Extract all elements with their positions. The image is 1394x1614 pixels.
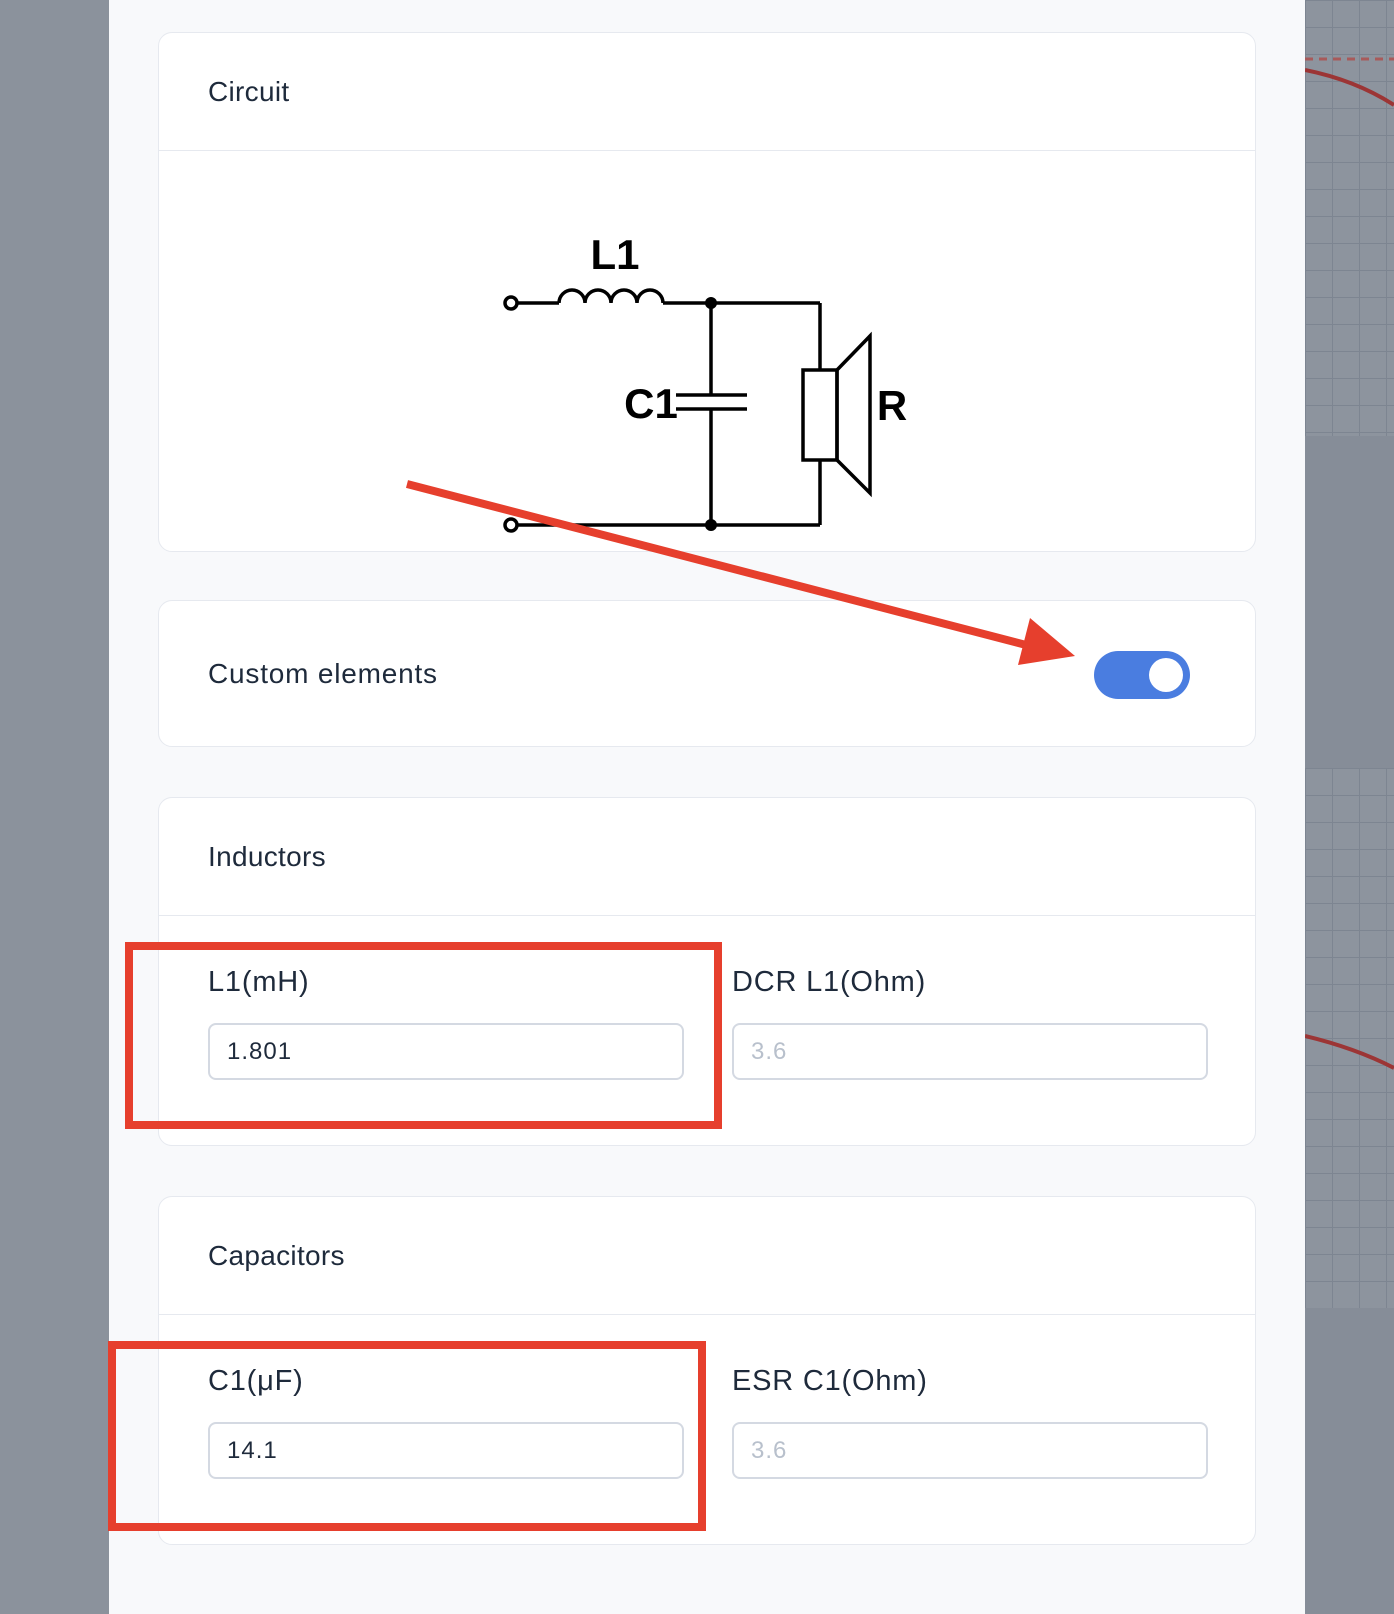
c1-field: C1(μF) bbox=[208, 1364, 684, 1479]
modal-panel: Circuit L1 C1 R Custom elements Inductor… bbox=[109, 0, 1305, 1614]
background-chart-curves bbox=[1305, 57, 1394, 1070]
l1-label: L1(mH) bbox=[208, 966, 310, 998]
custom-elements-toggle[interactable] bbox=[1094, 651, 1190, 699]
junction-bottom bbox=[705, 519, 717, 531]
inductor-label: L1 bbox=[590, 231, 639, 278]
toggle-knob bbox=[1149, 658, 1183, 692]
esr-c1-label: ESR C1(Ohm) bbox=[732, 1365, 928, 1397]
inductors-card: Inductors L1(mH) DCR L1(Ohm) bbox=[158, 797, 1256, 1146]
inductors-card-header: Inductors bbox=[159, 798, 1255, 916]
l1-input[interactable] bbox=[208, 1023, 684, 1080]
c1-label: C1(μF) bbox=[208, 1365, 304, 1397]
esr-c1-input[interactable] bbox=[732, 1422, 1208, 1479]
capacitors-title: Capacitors bbox=[208, 1239, 345, 1271]
inductors-title: Inductors bbox=[208, 840, 326, 872]
speaker-cone bbox=[835, 331, 872, 498]
speaker-body bbox=[801, 368, 839, 462]
junction-top bbox=[705, 297, 717, 309]
capacitors-card: Capacitors C1(μF) ESR C1(Ohm) bbox=[158, 1196, 1256, 1545]
custom-elements-label: Custom elements bbox=[208, 657, 438, 689]
inductor-symbol bbox=[557, 288, 665, 304]
terminal-top bbox=[503, 295, 519, 311]
dcr-l1-label: DCR L1(Ohm) bbox=[732, 966, 927, 998]
circuit-title: Circuit bbox=[208, 75, 290, 107]
terminal-bottom bbox=[503, 517, 519, 533]
circuit-card: Circuit L1 C1 R bbox=[158, 32, 1256, 552]
capacitor-label: C1 bbox=[624, 380, 678, 427]
esr-c1-field: ESR C1(Ohm) bbox=[732, 1364, 1208, 1479]
c1-input[interactable] bbox=[208, 1422, 684, 1479]
l1-field: L1(mH) bbox=[208, 965, 684, 1080]
dcr-l1-input[interactable] bbox=[732, 1023, 1208, 1080]
dcr-l1-field: DCR L1(Ohm) bbox=[732, 965, 1208, 1080]
capacitors-card-header: Capacitors bbox=[159, 1197, 1255, 1315]
circuit-card-header: Circuit bbox=[159, 33, 1255, 151]
circuit-diagram: L1 C1 R bbox=[503, 231, 907, 533]
custom-elements-card: Custom elements bbox=[158, 600, 1256, 747]
resistor-label: R bbox=[877, 382, 907, 429]
